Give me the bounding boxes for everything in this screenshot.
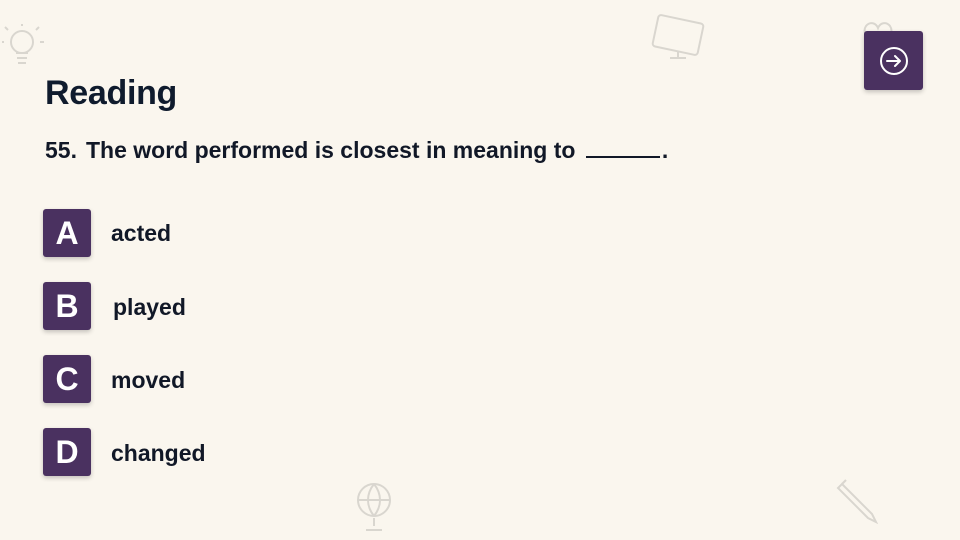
option-b[interactable]: B played	[43, 282, 186, 330]
option-letter: C	[43, 355, 91, 403]
option-letter: D	[43, 428, 91, 476]
lightbulb-icon	[2, 24, 48, 74]
option-text: played	[113, 294, 186, 320]
option-text: acted	[111, 219, 172, 246]
arrow-right-circle-icon	[879, 46, 908, 75]
slide-title: Reading	[45, 74, 178, 112]
answer-blank	[585, 155, 660, 158]
option-c[interactable]: C moved	[43, 355, 185, 403]
question-number: 55.	[45, 137, 77, 163]
question-end: .	[661, 137, 669, 163]
option-letter: A	[43, 209, 91, 257]
option-text: changed	[111, 440, 206, 466]
option-letter: B	[43, 282, 91, 330]
pencil-icon	[836, 478, 882, 524]
option-text: moved	[111, 367, 186, 393]
computer-monitor-icon	[650, 14, 708, 64]
question-stem: The word performed is closest in meaning…	[85, 137, 576, 163]
option-a[interactable]: A acted	[43, 209, 171, 257]
option-d[interactable]: D changed	[43, 428, 206, 476]
next-button[interactable]	[864, 31, 923, 90]
globe-icon	[352, 478, 398, 534]
question-text: 55. The word performed is closest in mean…	[45, 137, 668, 164]
